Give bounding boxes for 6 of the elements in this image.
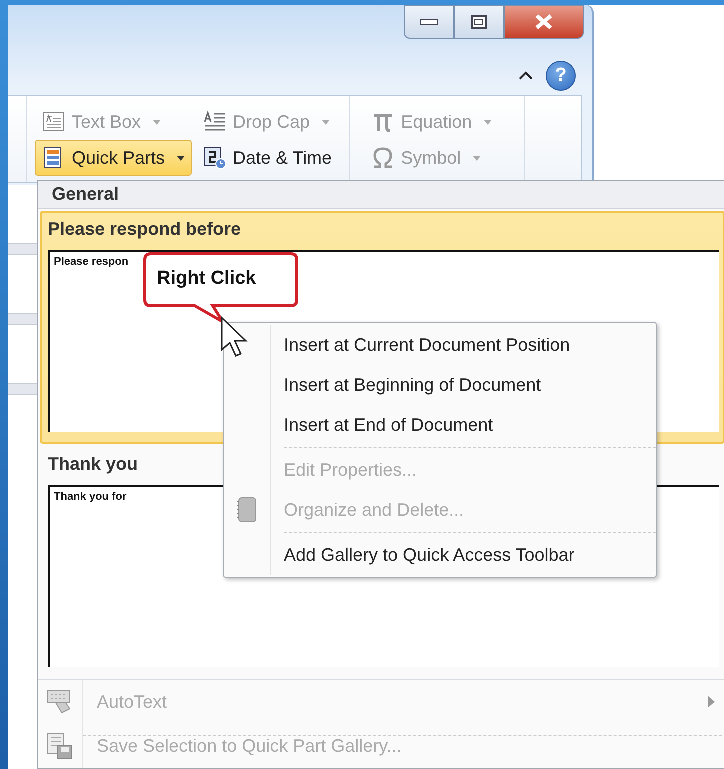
gallery-item-title: Please respond before bbox=[48, 219, 242, 241]
callout-text: Right Click bbox=[157, 268, 256, 290]
gallery-item-title: Thank you bbox=[48, 454, 138, 476]
menu-item-label: Save Selection to Quick Part Gallery... bbox=[97, 736, 402, 756]
menu-item-label: AutoText bbox=[97, 692, 168, 712]
gallery-category-header: General bbox=[38, 181, 724, 209]
